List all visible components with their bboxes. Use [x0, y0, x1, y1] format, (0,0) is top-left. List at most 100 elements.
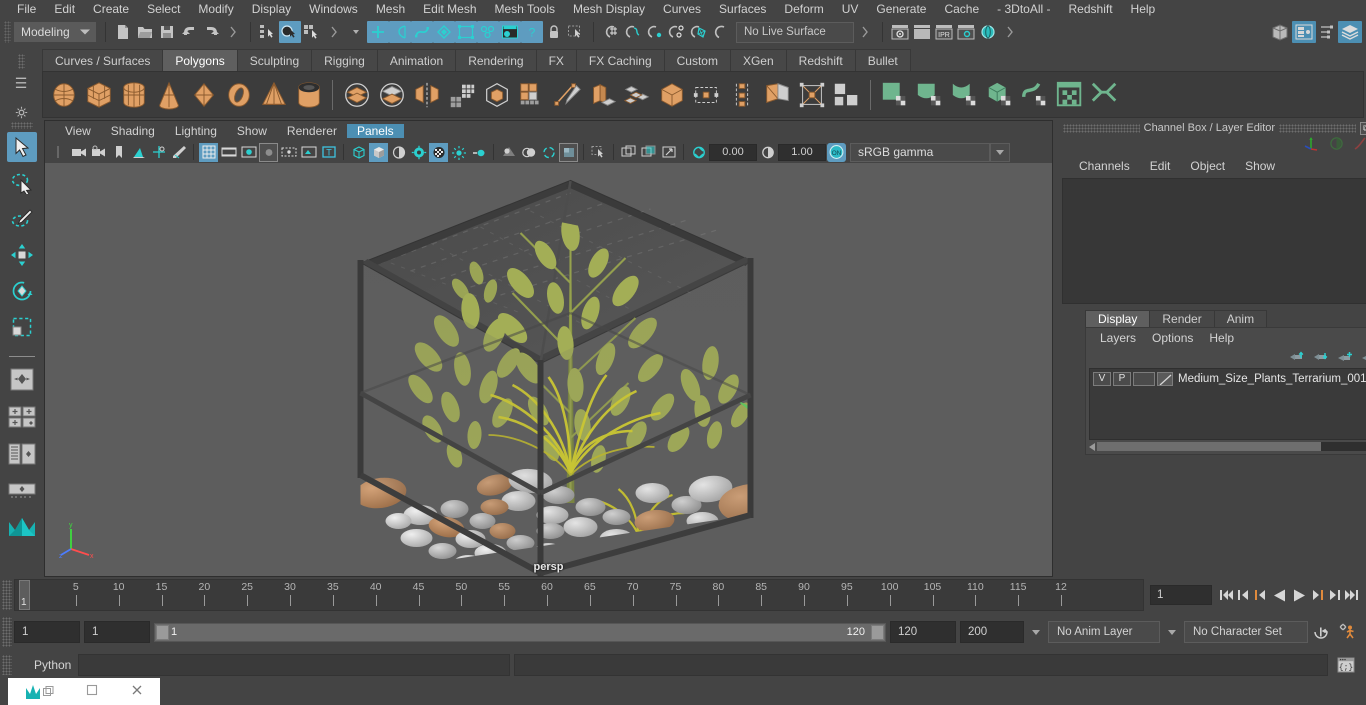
polygon-torus-icon[interactable]: [222, 78, 255, 111]
multisample-aa-icon[interactable]: [499, 143, 518, 162]
sculpt-relax-icon[interactable]: [983, 78, 1016, 111]
menu-file[interactable]: File: [8, 0, 45, 18]
menu-deform[interactable]: Deform: [775, 0, 832, 18]
current-frame-field[interactable]: 1: [1150, 585, 1212, 605]
viewport-menu-lighting[interactable]: Lighting: [165, 124, 227, 138]
channel-box-menu-channels[interactable]: Channels: [1069, 159, 1140, 173]
menu-redshift[interactable]: Redshift: [1060, 0, 1122, 18]
two-d-pan-zoom-icon[interactable]: [149, 143, 168, 162]
render-current-frame-icon[interactable]: [889, 21, 911, 43]
curve-icon[interactable]: [1353, 136, 1366, 154]
menu-windows[interactable]: Windows: [300, 0, 367, 18]
select-help-icon[interactable]: ?: [521, 21, 543, 43]
smooth-shade-all-icon[interactable]: [369, 142, 388, 162]
new-layer-from-selected-icon[interactable]: [1361, 351, 1366, 366]
move-layer-up-icon[interactable]: [1289, 350, 1305, 366]
layer-list[interactable]: V P Medium_Size_Plants_Terrarium_001_l:: [1089, 368, 1366, 440]
reduce-icon[interactable]: [515, 78, 548, 111]
image-plane-icon[interactable]: [129, 143, 148, 162]
shadows-icon[interactable]: [429, 142, 448, 162]
curves-mask-icon[interactable]: [389, 21, 411, 43]
command-input[interactable]: [78, 654, 510, 676]
insert-edge-loop-icon[interactable]: [725, 78, 758, 111]
lock-icon[interactable]: [543, 21, 565, 43]
anim-start-time-field[interactable]: 1: [14, 621, 80, 643]
append-polygon-icon[interactable]: [690, 78, 723, 111]
paint-select-tool[interactable]: [7, 204, 37, 234]
panel-grip-right[interactable]: [1279, 123, 1356, 133]
tool-settings-icon[interactable]: [1316, 21, 1338, 43]
menu-cache[interactable]: Cache: [935, 0, 988, 18]
color-management-dropdown-arrow[interactable]: [990, 142, 1010, 162]
status-line-grip[interactable]: [4, 21, 11, 43]
snap-to-projected-center-icon[interactable]: [666, 21, 688, 43]
polygon-pipe-icon[interactable]: [292, 78, 325, 111]
outliner-persp-layout[interactable]: [7, 439, 37, 469]
shelf-tab-animation[interactable]: Animation: [376, 49, 457, 71]
polygon-pyramid-icon[interactable]: [257, 78, 290, 111]
character-set-select[interactable]: No Character Set: [1184, 621, 1308, 643]
toolbox-grip[interactable]: [11, 122, 33, 129]
layer-editor-menu-layers[interactable]: Layers: [1092, 331, 1144, 345]
restore-icon[interactable]: ⧉: [1359, 121, 1366, 135]
open-scene-icon[interactable]: [134, 21, 156, 43]
polygon-sphere-icon[interactable]: [47, 78, 80, 111]
bookmark-icon[interactable]: [109, 143, 128, 162]
close-window-icon[interactable]: [130, 683, 144, 700]
shelf-tab-xgen[interactable]: XGen: [729, 49, 787, 71]
layer-editor-tab-render[interactable]: Render: [1149, 310, 1215, 327]
menu-display[interactable]: Display: [243, 0, 300, 18]
menu-help[interactable]: Help: [1122, 0, 1165, 18]
select-camera-icon[interactable]: [69, 143, 88, 162]
scroll-left-icon[interactable]: [1089, 442, 1095, 451]
select-by-object-type-icon[interactable]: [279, 21, 301, 43]
snap-to-curve-icon[interactable]: [622, 21, 644, 43]
anim-layer-select[interactable]: No Anim Layer: [1048, 621, 1160, 643]
xray-icon[interactable]: [299, 143, 318, 162]
select-by-hierarchy-icon[interactable]: [257, 21, 279, 43]
menu-edit-mesh[interactable]: Edit Mesh: [414, 0, 485, 18]
menu-surfaces[interactable]: Surfaces: [710, 0, 775, 18]
new-scene-icon[interactable]: [112, 21, 134, 43]
channel-box-menu-show[interactable]: Show: [1235, 159, 1285, 173]
shelf-tab-redshift[interactable]: Redshift: [785, 49, 856, 71]
grid-toggle-icon[interactable]: [199, 142, 218, 162]
four-pane-layout[interactable]: [7, 402, 37, 432]
copy-view-icon[interactable]: [639, 143, 658, 162]
auto-keyframe-icon[interactable]: [1308, 621, 1334, 643]
menu-mesh-tools[interactable]: Mesh Tools: [486, 0, 564, 18]
status-line-collapse-3-icon[interactable]: [854, 21, 876, 43]
select-objects-icon[interactable]: [589, 143, 608, 162]
status-line-collapse-2-icon[interactable]: [323, 21, 345, 43]
go-to-start-icon[interactable]: [1218, 584, 1235, 606]
snap-to-point-icon[interactable]: [644, 21, 666, 43]
script-editor-icon[interactable]: {;}: [1332, 654, 1360, 676]
extrude-icon[interactable]: [585, 78, 618, 111]
channel-box-menu-edit[interactable]: Edit: [1140, 159, 1181, 173]
select-by-component-type-icon[interactable]: [301, 21, 323, 43]
motion-blur-icon[interactable]: [469, 143, 488, 162]
play-forwards-icon[interactable]: [1289, 584, 1309, 606]
panel-grip-left[interactable]: [1063, 123, 1140, 133]
misc-mask-icon[interactable]: [499, 21, 521, 43]
boolean-icon[interactable]: [480, 78, 513, 111]
layer-type-toggle[interactable]: [1133, 371, 1155, 386]
exposure-value[interactable]: 0.00: [709, 143, 757, 161]
xray-joints-icon[interactable]: [559, 142, 578, 162]
layer-list-scrollbar[interactable]: [1089, 441, 1366, 452]
channel-box-body[interactable]: [1062, 178, 1366, 304]
maximize-window-icon[interactable]: [85, 683, 99, 700]
wedge-face-icon[interactable]: [830, 78, 863, 111]
attribute-editor-icon[interactable]: [1292, 21, 1316, 43]
sculpt-geometry-icon[interactable]: [878, 78, 911, 111]
range-start-handle[interactable]: [156, 624, 169, 640]
playback-start-time-field[interactable]: 1: [84, 621, 150, 643]
ipr-render-icon[interactable]: IPR: [933, 21, 955, 43]
scroll-track[interactable]: [1097, 442, 1366, 451]
grab-view-icon[interactable]: [659, 143, 678, 162]
film-gate-icon[interactable]: [219, 143, 238, 162]
shelf-tab-rigging[interactable]: Rigging: [311, 49, 378, 71]
step-forward-frame-icon[interactable]: [1309, 584, 1326, 606]
current-time-indicator[interactable]: 1: [19, 580, 30, 610]
menu-3dtoall[interactable]: - 3DtoAll -: [988, 0, 1059, 18]
